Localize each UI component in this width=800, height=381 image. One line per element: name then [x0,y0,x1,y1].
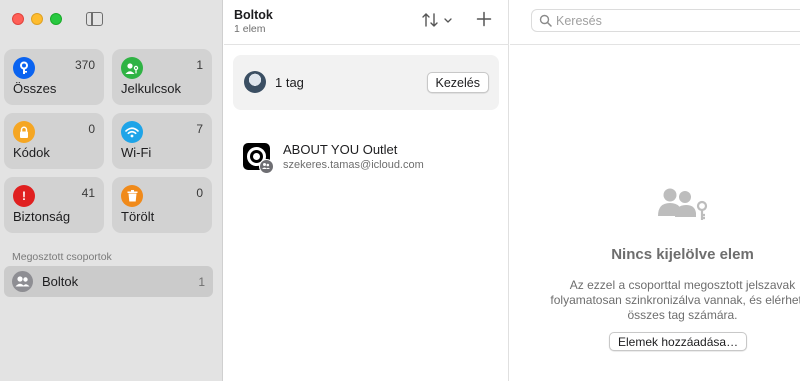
sidebar-toggle-icon[interactable] [86,12,103,26]
group-count: 1 [198,275,205,289]
category-tile-codes[interactable]: 0 Kódok [4,113,104,169]
list-header: Boltok 1 elem [224,0,509,45]
list-title: Boltok [234,8,273,22]
tile-label: Biztonság [13,209,71,224]
sort-arrows-icon [422,13,452,27]
sort-button[interactable] [421,11,459,31]
detail-header [510,0,800,45]
tile-count: 0 [88,122,95,136]
shared-groups-header: Megosztott csoportok [12,251,112,263]
list-item[interactable]: ABOUT YOU Outlet szekeres.tamas@icloud.c… [240,140,500,178]
search-input[interactable] [556,12,796,30]
exclamation-icon: ! [13,185,35,207]
sidebar-group-boltok[interactable]: Boltok 1 [4,266,213,297]
shared-group-key-icon [658,188,708,220]
tile-count: 7 [196,122,203,136]
tile-label: Törölt [121,209,155,224]
window-controls [12,13,62,25]
empty-state-description: Az ezzel a csoporttal megosztott jelszav… [510,278,800,323]
lock-clock-icon [13,121,35,143]
tile-label: Wi-Fi [121,145,152,160]
detail-pane: Nincs kijelölve elem Az ezzel a csoportt… [510,0,800,381]
member-count-label: 1 tag [275,75,304,90]
tile-count: 370 [74,58,95,72]
empty-state-title: Nincs kijelölve elem [611,246,754,263]
tile-count: 1 [196,58,203,72]
person-key-icon [121,57,143,79]
empty-state-line: összes tag számára. [627,308,738,322]
add-item-button[interactable] [474,7,494,29]
key-icon [13,57,35,79]
tile-label: Kódok [13,145,50,160]
tile-label: Jelkulcsok [121,81,181,96]
group-label: Boltok [42,274,79,289]
category-tile-wifi[interactable]: 7 Wi-Fi [112,113,212,169]
minimize-window-button[interactable] [31,13,43,25]
trash-icon [121,185,143,207]
category-tile-all[interactable]: 370 Összes [4,49,104,105]
item-list-pane: Boltok 1 elem 1 tag Kezelés ABOUT YOU Ou [224,0,509,381]
entry-username: szekeres.tamas@icloud.com [283,159,424,171]
group-icon [12,271,33,292]
zoom-window-button[interactable] [50,13,62,25]
manage-members-button[interactable]: Kezelés [426,72,489,93]
add-items-button[interactable]: Elemek hozzáadása… [609,332,748,351]
empty-state-line: folyamatosan szinkronizálva vannak, és e… [550,293,800,307]
plus-icon [476,11,492,27]
tile-label: Összes [13,81,57,96]
tile-count: 0 [196,186,203,200]
category-tile-passkeys[interactable]: 1 Jelkulcsok [112,49,212,105]
wifi-icon [121,121,143,143]
empty-state-line: Az ezzel a csoporttal megosztott jelszav… [569,278,796,292]
avatar [244,71,266,93]
list-item-count: 1 elem [234,23,266,35]
shared-group-badge-icon [259,159,274,174]
search-icon [539,14,552,27]
entry-title: ABOUT YOU Outlet [283,142,398,157]
close-window-button[interactable] [12,13,24,25]
search-field[interactable] [531,9,800,32]
category-tile-security[interactable]: ! 41 Biztonság [4,177,104,233]
group-members-card: 1 tag Kezelés [233,55,499,110]
sidebar: 370 Összes 1 Jelkulcsok 0 Kódok 7 Wi-Fi … [0,0,223,381]
category-tile-deleted[interactable]: 0 Törölt [112,177,212,233]
tile-count: 41 [81,186,95,200]
